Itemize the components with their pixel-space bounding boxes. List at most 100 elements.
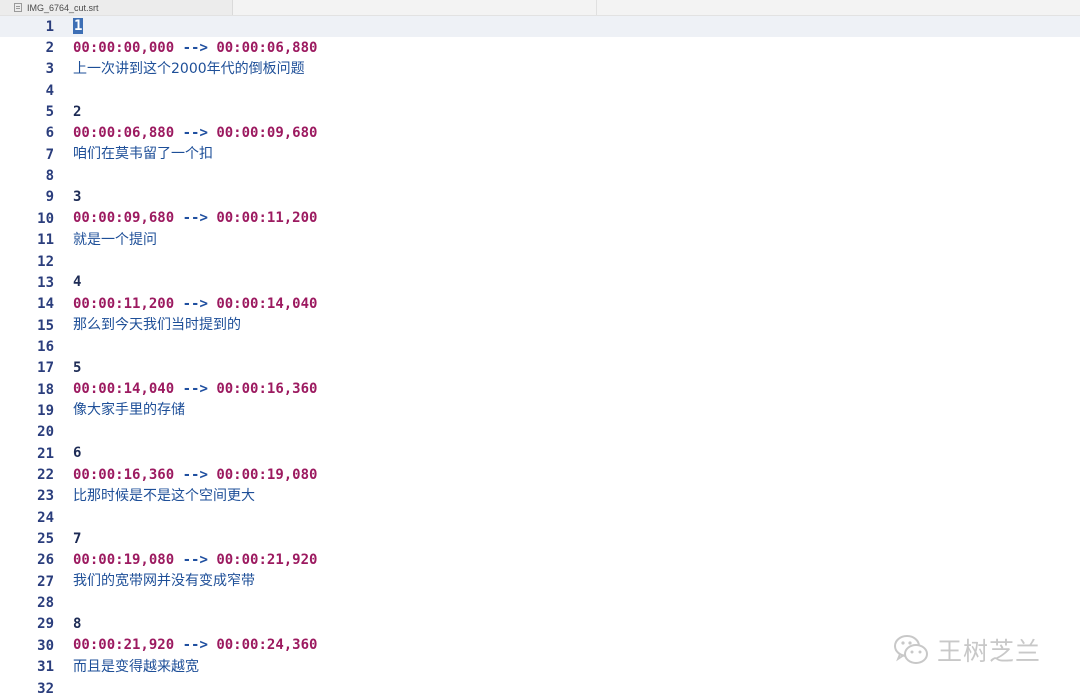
arrow-separator: -->: [182, 551, 208, 568]
end-time: 00:00:19,080: [216, 466, 318, 483]
cue-index: 8: [73, 615, 82, 632]
editor-line[interactable]: 11 就是一个提问: [0, 230, 1080, 251]
subtitle-text: 那么到今天我们当时提到的: [73, 317, 241, 334]
cue-index: 7: [73, 530, 82, 547]
line-number: 4: [45, 82, 54, 99]
end-time: 00:00:21,920: [216, 551, 318, 568]
line-number: 5: [45, 104, 54, 121]
editor-line[interactable]: 23 比那时候是不是这个空间更大: [0, 486, 1080, 507]
timestamp-line: 00:00:21,920 --> 00:00:24,360: [73, 635, 317, 656]
line-number: 9: [45, 189, 54, 206]
arrow-separator: -->: [182, 210, 208, 227]
file-icon: [14, 3, 22, 12]
line-number: 8: [45, 168, 54, 185]
line-number: 13: [37, 274, 54, 291]
editor-line[interactable]: 2 00:00:00,000 --> 00:00:06,880: [0, 37, 1080, 58]
editor-line[interactable]: 3 上一次讲到这个2000年代的倒板问题: [0, 59, 1080, 80]
editor-line[interactable]: 16: [0, 336, 1080, 357]
line-number: 7: [45, 146, 54, 163]
arrow-separator: -->: [182, 295, 208, 312]
editor-line[interactable]: 24: [0, 507, 1080, 528]
line-number: 1: [45, 18, 54, 35]
editor-line[interactable]: 14 00:00:11,200 --> 00:00:14,040: [0, 294, 1080, 315]
start-time: 00:00:14,040: [73, 381, 175, 398]
line-number: 10: [37, 210, 54, 227]
line-number: 32: [37, 680, 54, 697]
editor-line[interactable]: 21 6: [0, 443, 1080, 464]
tab-divider: [596, 0, 597, 15]
tab-bar: IMG_6764_cut.srt: [0, 0, 1080, 16]
editor-line[interactable]: 20: [0, 422, 1080, 443]
start-time: 00:00:11,200: [73, 295, 175, 312]
line-number: 18: [37, 381, 54, 398]
line-number: 2: [45, 40, 54, 57]
editor-line[interactable]: 10 00:00:09,680 --> 00:00:11,200: [0, 208, 1080, 229]
line-number: 16: [37, 338, 54, 355]
editor-line[interactable]: 4: [0, 80, 1080, 101]
editor-line[interactable]: 13 4: [0, 272, 1080, 293]
end-time: 00:00:11,200: [216, 210, 318, 227]
line-number: 26: [37, 552, 54, 569]
line-number: 30: [37, 637, 54, 654]
text-editor[interactable]: 1 1 2 00:00:00,000 --> 00:00:06,880 3 上一次讲到这个…: [0, 16, 1080, 699]
end-time: 00:00:14,040: [216, 295, 318, 312]
watermark: 王树芝兰: [893, 632, 1041, 668]
editor-line[interactable]: 32: [0, 678, 1080, 699]
editor-line[interactable]: 26 00:00:19,080 --> 00:00:21,920: [0, 550, 1080, 571]
editor-line[interactable]: 22 00:00:16,360 --> 00:00:19,080: [0, 464, 1080, 485]
timestamp-line: 00:00:09,680 --> 00:00:11,200: [73, 208, 317, 229]
editor-line[interactable]: 28: [0, 592, 1080, 613]
editor-line[interactable]: 6 00:00:06,880 --> 00:00:09,680: [0, 123, 1080, 144]
editor-line[interactable]: 17 5: [0, 358, 1080, 379]
line-number: 24: [37, 509, 54, 526]
start-time: 00:00:19,080: [73, 551, 175, 568]
cue-index: 6: [73, 445, 82, 462]
subtitle-text: 比那时候是不是这个空间更大: [73, 487, 255, 504]
line-number: 28: [37, 595, 54, 612]
cue-index: 3: [73, 188, 82, 205]
start-time: 00:00:09,680: [73, 210, 175, 227]
cue-index: 2: [73, 103, 82, 120]
text-cursor-selection: 1: [73, 18, 84, 35]
tab-filename: IMG_6764_cut.srt: [27, 2, 99, 13]
editor-line[interactable]: 93: [0, 187, 1080, 208]
arrow-separator: -->: [182, 124, 208, 141]
timestamp-line: 00:00:06,880 --> 00:00:09,680: [73, 123, 317, 144]
editor-line[interactable]: 27 我们的宽带网并没有变成窄带: [0, 571, 1080, 592]
timestamp-line: 00:00:14,040 --> 00:00:16,360: [73, 379, 317, 400]
wechat-icon: [893, 633, 929, 667]
line-number: 15: [37, 317, 54, 334]
line-number: 27: [37, 573, 54, 590]
editor-line[interactable]: 15 那么到今天我们当时提到的: [0, 315, 1080, 336]
editor-line[interactable]: 11: [0, 16, 1080, 38]
line-number: 21: [37, 445, 54, 462]
line-number: 6: [45, 125, 54, 142]
line-number: 17: [37, 360, 54, 377]
line-number: 3: [45, 61, 54, 78]
line-number: 19: [37, 402, 54, 419]
subtitle-text: 而且是变得越来越宽: [73, 658, 199, 675]
editor-line[interactable]: 7 咱们在莫韦留了一个扣: [0, 144, 1080, 165]
arrow-separator: -->: [182, 39, 208, 56]
arrow-separator: -->: [182, 381, 208, 398]
editor-line[interactable]: 8: [0, 165, 1080, 186]
line-number: 12: [37, 253, 54, 270]
subtitle-text: 像大家手里的存储: [73, 402, 185, 419]
editor-line[interactable]: 18 00:00:14,040 --> 00:00:16,360: [0, 379, 1080, 400]
line-number: 22: [37, 467, 54, 484]
line-number: 14: [37, 296, 54, 313]
start-time: 00:00:00,000: [73, 39, 175, 56]
file-tab[interactable]: IMG_6764_cut.srt: [0, 0, 233, 15]
editor-line[interactable]: 52: [0, 101, 1080, 122]
editor-line[interactable]: 12: [0, 251, 1080, 272]
cue-index: 5: [73, 359, 82, 376]
subtitle-text: 我们的宽带网并没有变成窄带: [73, 573, 255, 590]
editor-line[interactable]: 19 像大家手里的存储: [0, 400, 1080, 421]
start-time: 00:00:16,360: [73, 466, 175, 483]
line-number: 29: [37, 616, 54, 633]
line-number: 11: [37, 232, 54, 249]
start-time: 00:00:06,880: [73, 124, 175, 141]
editor-line[interactable]: 25 7: [0, 528, 1080, 549]
line-number: 31: [37, 659, 54, 676]
subtitle-text: 就是一个提问: [73, 231, 157, 248]
